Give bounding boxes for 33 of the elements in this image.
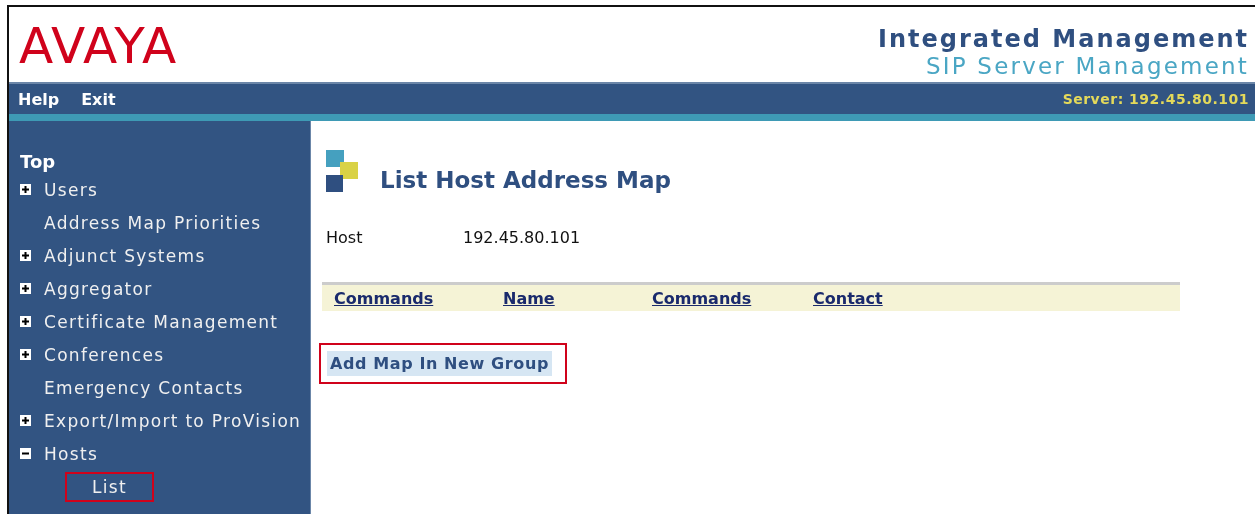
tree-item[interactable]: Adjunct Systems [40, 243, 210, 268]
column-header[interactable]: Contact [813, 288, 883, 308]
menu-item[interactable]: Exit [81, 89, 116, 109]
tree-item[interactable]: Export/Import to ProVision [40, 408, 306, 433]
tree-item[interactable]: Hosts [40, 441, 103, 466]
collapse-icon[interactable] [20, 448, 31, 459]
tree-item[interactable]: Emergency Contacts [40, 375, 248, 400]
app-title: Integrated Management [878, 25, 1249, 53]
app-subtitle: SIP Server Management [926, 53, 1249, 79]
add-map-link[interactable]: Add Map In New Group [327, 351, 552, 376]
server-label: Server: 192.45.80.101 [1062, 91, 1249, 107]
column-header[interactable]: Name [503, 288, 555, 308]
page-icon [326, 150, 360, 192]
tree-item[interactable]: List [88, 474, 131, 499]
column-header[interactable]: Commands [652, 288, 752, 308]
tree-item[interactable]: Address Map Priorities [40, 210, 266, 235]
avaya-logo: AVAYA [19, 21, 178, 71]
tree-heading: Top [20, 151, 56, 173]
menu-item[interactable]: Help [18, 89, 60, 109]
expand-icon[interactable] [20, 283, 31, 294]
page-title: List Host Address Map [380, 166, 671, 194]
expand-icon[interactable] [20, 415, 31, 426]
tree-item[interactable]: Certificate Management [40, 309, 283, 334]
expand-icon[interactable] [20, 349, 31, 360]
tree-item[interactable]: Conferences [40, 342, 169, 367]
tree-item[interactable]: Aggregator [40, 276, 157, 301]
expand-icon[interactable] [20, 250, 31, 261]
expand-icon[interactable] [20, 184, 31, 195]
field-value: 192.45.80.101 [463, 228, 581, 247]
field-label: Host [326, 228, 364, 247]
expand-icon[interactable] [20, 316, 31, 327]
column-header[interactable]: Commands [334, 288, 434, 308]
tree-item[interactable]: Users [40, 177, 103, 202]
